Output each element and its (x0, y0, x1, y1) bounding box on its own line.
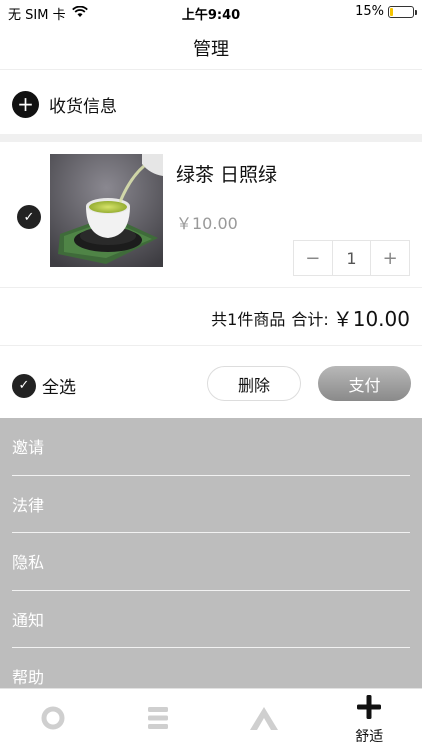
menu-icon (146, 705, 170, 735)
product-image (50, 154, 163, 267)
total-label: 合计: (291, 309, 329, 329)
tab-list[interactable] (106, 689, 212, 750)
quantity-stepper: − 1 + (293, 240, 410, 276)
circle-icon (40, 705, 66, 735)
section-divider (0, 134, 422, 142)
quantity-value[interactable]: 1 (331, 241, 372, 275)
page-title: 管理 (193, 38, 229, 60)
total-row: 共1件商品 合计: ￥10.00 (0, 290, 422, 346)
menu-item-privacy[interactable]: 隐私 (12, 533, 410, 591)
address-label: 收货信息 (49, 96, 117, 117)
status-right: 15% (355, 4, 417, 19)
tab-label-comfort: 舒适 (355, 728, 384, 745)
select-all-toggle[interactable]: ✓ 全选 (12, 373, 76, 398)
checkmark-icon: ✓ (18, 378, 30, 393)
select-all-label: 全选 (42, 378, 76, 398)
battery-icon (388, 5, 417, 18)
battery-level (390, 7, 394, 16)
pay-button[interactable]: 支付 (318, 366, 411, 401)
checkmark-icon: ✓ (23, 209, 35, 225)
tab-home[interactable] (0, 689, 106, 750)
menu-item-invite[interactable]: 邀请 (12, 418, 410, 476)
cart-item: ✓ 绿茶 日照绿 ￥10.00 − 1 + (0, 142, 422, 288)
plus-circle-icon: + (12, 90, 39, 118)
menu-item-help[interactable]: 帮助 (12, 648, 410, 688)
product-name[interactable]: 绿茶 日照绿 (176, 160, 277, 187)
menu-panel: 邀请 法律 隐私 通知 帮助 (0, 418, 422, 688)
delete-button[interactable]: 删除 (207, 366, 301, 401)
address-row[interactable]: + 收货信息 (0, 76, 422, 132)
select-all-checkbox[interactable]: ✓ (12, 373, 36, 398)
plus-icon (356, 694, 382, 724)
tab-bar: 舒适 (0, 688, 422, 750)
mountain-icon (248, 705, 280, 735)
item-checkbox[interactable]: ✓ (17, 205, 41, 229)
item-count: 共1件商品 (211, 309, 286, 329)
menu-item-notifications[interactable]: 通知 (12, 591, 410, 648)
menu-item-legal[interactable]: 法律 (12, 476, 410, 533)
action-row: ✓ 全选 删除 支付 (0, 350, 422, 416)
tab-discover[interactable] (211, 689, 317, 750)
total-amount: ￥10.00 (332, 307, 410, 331)
decrease-button[interactable]: − (294, 241, 332, 275)
status-bar: 无 SIM 卡 上午9:40 15% (0, 0, 422, 24)
tab-comfort[interactable]: 舒适 (317, 689, 422, 750)
nav-bar: 管理 (0, 26, 422, 70)
product-price: ￥10.00 (176, 214, 238, 233)
increase-button[interactable]: + (371, 241, 409, 275)
battery-percent: 15% (355, 4, 384, 19)
